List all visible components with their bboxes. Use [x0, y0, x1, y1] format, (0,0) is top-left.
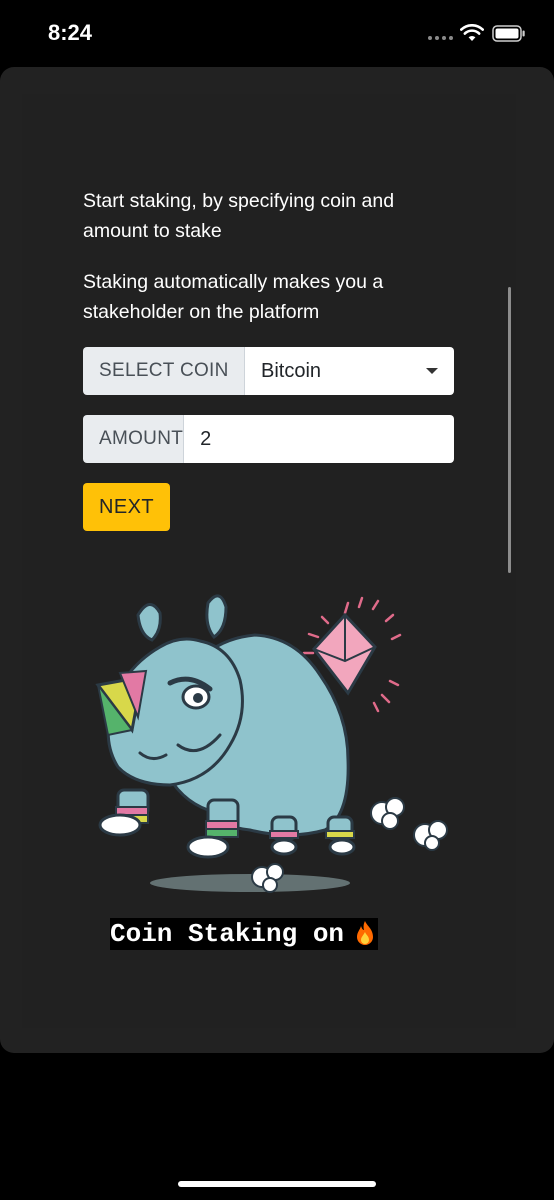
battery-icon [492, 25, 525, 42]
scrollbar[interactable] [508, 287, 511, 573]
amount-label: AMOUNT [83, 415, 185, 463]
amount-group: AMOUNT [83, 415, 454, 463]
caption: Coin Staking on [110, 918, 379, 950]
intro-text: Start staking, by specifying coin and am… [83, 190, 395, 242]
coin-select-value: Bitcoin [261, 359, 322, 382]
caret-down-icon [426, 368, 438, 374]
stakeholder-note: Staking automatically makes you a stakeh… [83, 271, 384, 323]
select-coin-group: SELECT COIN Bitcoin [83, 347, 454, 395]
app-screen: 8:24 Start staking, by specifying coin a… [0, 0, 554, 1200]
caption-text: Coin Staking on [110, 919, 345, 949]
status-bar: 8:24 [0, 0, 554, 66]
rhino-mascot-image [95, 594, 448, 893]
next-button[interactable]: NEXT [83, 483, 170, 531]
fire-icon [357, 921, 374, 945]
home-indicator[interactable] [178, 1181, 376, 1187]
coin-select[interactable]: Bitcoin [245, 347, 454, 395]
wifi-icon [460, 24, 484, 41]
signal-dots-icon [428, 36, 453, 40]
amount-input[interactable] [184, 415, 454, 463]
status-time: 8:24 [48, 20, 93, 45]
select-coin-label: SELECT COIN [83, 347, 245, 395]
